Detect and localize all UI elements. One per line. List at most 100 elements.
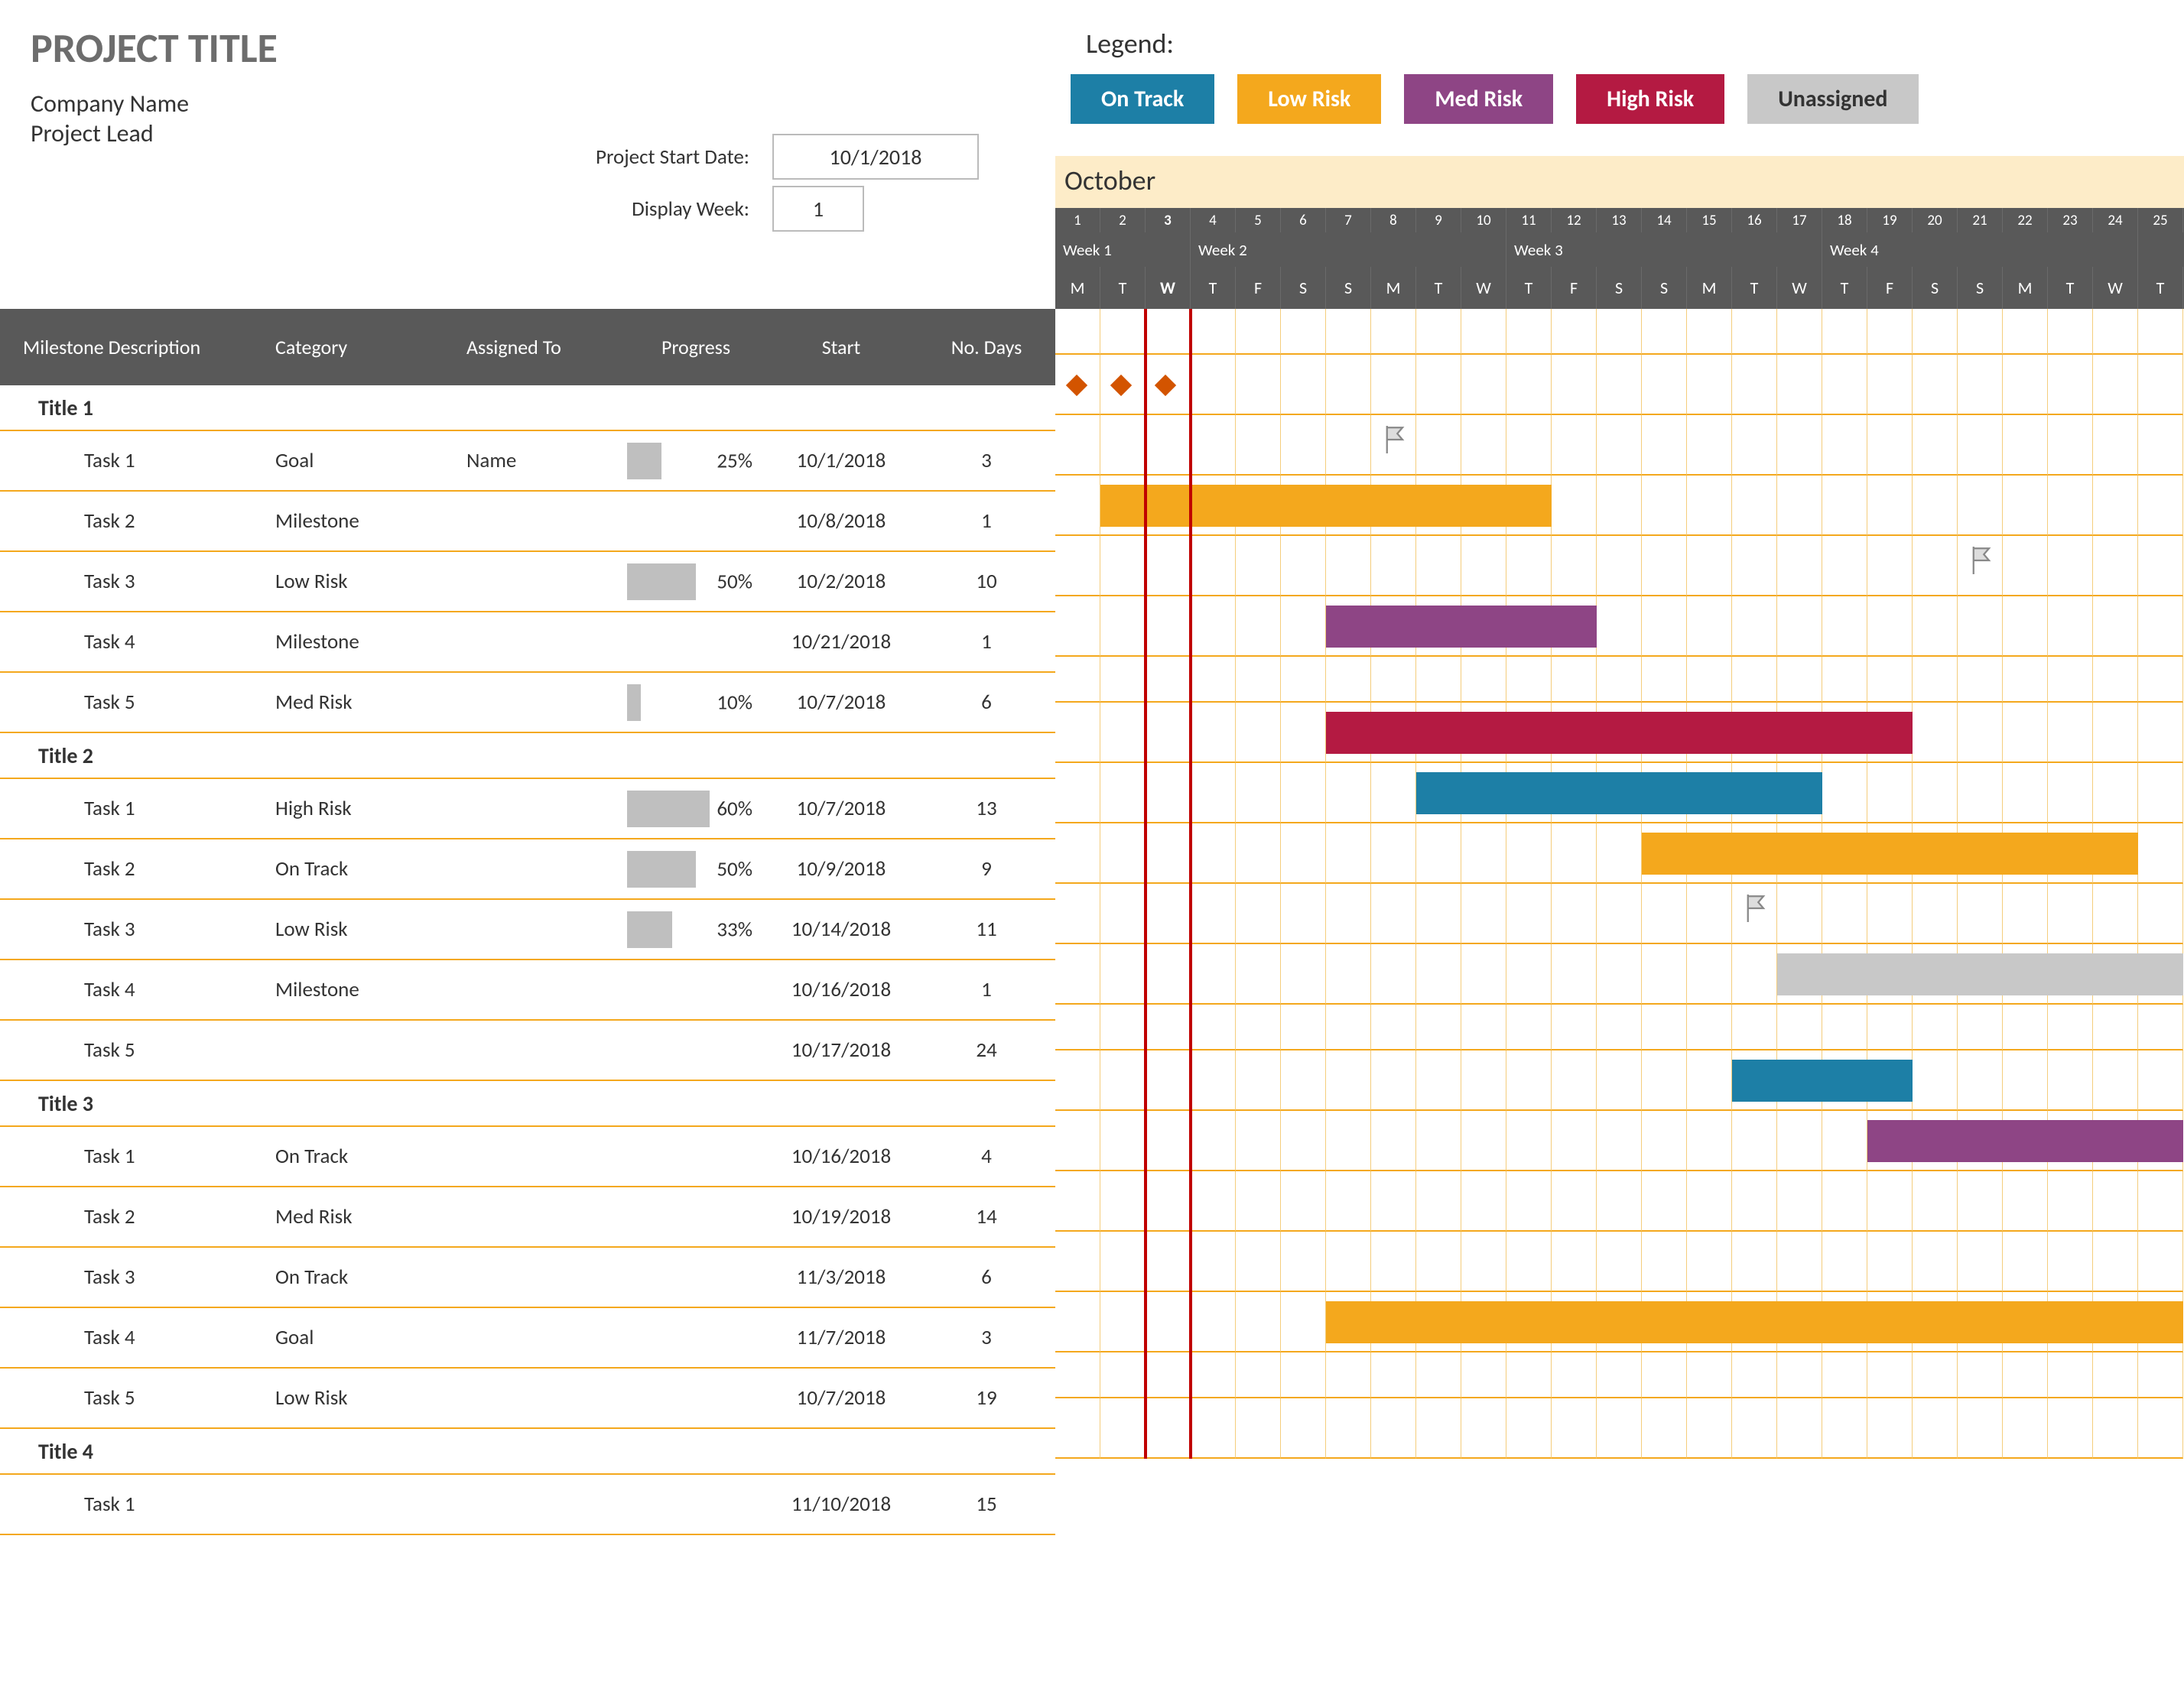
dow-label: T [1191, 267, 1236, 309]
task-row[interactable]: Task 2 On Track 50% 10/9/2018 9 [0, 839, 1055, 900]
task-row[interactable]: Task 2 Milestone 10/8/2018 1 [0, 492, 1055, 552]
date-num: 25 [2138, 208, 2183, 232]
task-row[interactable]: Task 3 On Track 11/3/2018 6 [0, 1248, 1055, 1308]
task-category: Low Risk [275, 917, 466, 942]
gantt-bar[interactable] [1732, 1060, 1913, 1102]
dow-label: F [1552, 267, 1597, 309]
task-days: 14 [918, 1204, 1055, 1229]
start-date-input[interactable]: 10/1/2018 [772, 134, 979, 180]
col-assign: Assigned To [466, 335, 627, 359]
col-cat: Category [275, 335, 466, 359]
dow-label: S [1281, 267, 1326, 309]
task-name: Task 4 [0, 977, 275, 1002]
task-name: Task 4 [0, 1325, 275, 1350]
month-label: October [1055, 156, 2184, 208]
date-num: 2 [1100, 208, 1146, 232]
dow-label: W [1461, 267, 1506, 309]
task-category: Goal [275, 1325, 466, 1350]
date-num: 3 [1146, 208, 1191, 232]
task-assigned: Name [466, 448, 627, 473]
date-num: 4 [1191, 208, 1236, 232]
week-label: Week 1 [1055, 232, 1191, 267]
task-row[interactable]: Task 1 11/10/2018 15 [0, 1475, 1055, 1535]
task-row[interactable]: Task 5 10/17/2018 24 [0, 1021, 1055, 1081]
date-num: 9 [1416, 208, 1461, 232]
task-row[interactable]: Task 2 Med Risk 10/19/2018 14 [0, 1187, 1055, 1248]
task-name: Task 2 [0, 508, 275, 534]
dow-label: M [1371, 267, 1416, 309]
dow-label: T [1100, 267, 1146, 309]
dow-label: W [2093, 267, 2138, 309]
date-num: 11 [1506, 208, 1552, 232]
task-row[interactable]: Task 1 Goal Name 25% 10/1/2018 3 [0, 431, 1055, 492]
dow-label: M [1687, 267, 1732, 309]
task-start: 11/3/2018 [765, 1265, 918, 1290]
week-label: Week 2 [1191, 232, 1506, 267]
dow-label: F [1867, 267, 1913, 309]
task-row[interactable]: Task 4 Milestone 10/21/2018 1 [0, 612, 1055, 673]
task-start: 10/7/2018 [765, 796, 918, 821]
dow-label: S [1642, 267, 1687, 309]
task-category: Milestone [275, 508, 466, 534]
col-desc: Milestone Description [0, 335, 275, 359]
date-num: 8 [1371, 208, 1416, 232]
dow-label: F [1236, 267, 1281, 309]
task-start: 10/9/2018 [765, 856, 918, 882]
date-num: 16 [1732, 208, 1777, 232]
task-category: Low Risk [275, 1385, 466, 1411]
diamond-icon [1110, 375, 1132, 396]
diamond-icon [1066, 375, 1087, 396]
task-name: Task 1 [0, 1492, 275, 1517]
week-row: Week 1Week 2Week 3Week 4 [1055, 232, 2184, 267]
task-category: Goal [275, 448, 466, 473]
start-date-label: Project Start Date: [535, 144, 772, 170]
task-days: 9 [918, 856, 1055, 882]
task-name: Task 1 [0, 1144, 275, 1169]
flag-icon [1746, 895, 1767, 927]
gantt-bar[interactable] [1777, 953, 2183, 995]
dow-label: S [1597, 267, 1642, 309]
date-num: 15 [1687, 208, 1732, 232]
task-row[interactable]: Task 4 Milestone 10/16/2018 1 [0, 960, 1055, 1021]
task-start: 10/16/2018 [765, 977, 918, 1002]
dow-label: M [2003, 267, 2048, 309]
gantt-bar[interactable] [1326, 712, 1913, 754]
gantt-bar[interactable] [1326, 606, 1597, 648]
task-days: 15 [918, 1492, 1055, 1517]
task-row[interactable]: Task 5 Low Risk 10/7/2018 19 [0, 1369, 1055, 1429]
date-num: 22 [2003, 208, 2048, 232]
task-start: 10/1/2018 [765, 448, 918, 473]
gantt-bar[interactable] [1326, 1301, 2183, 1343]
gantt-bar[interactable] [1642, 833, 2138, 875]
task-category: On Track [275, 1144, 466, 1169]
task-row[interactable]: Task 1 On Track 10/16/2018 4 [0, 1127, 1055, 1187]
date-num: 19 [1867, 208, 1913, 232]
legend-ontrack: On Track [1071, 74, 1214, 124]
legend-medrisk: Med Risk [1404, 74, 1553, 124]
task-category: Med Risk [275, 690, 466, 715]
task-row[interactable]: Task 4 Goal 11/7/2018 3 [0, 1308, 1055, 1369]
legend-highrisk: High Risk [1576, 74, 1724, 124]
group-title: Title 2 [0, 733, 1055, 779]
gantt-bar[interactable] [1416, 772, 1822, 814]
dow-label: T [1822, 267, 1867, 309]
task-row[interactable]: Task 1 High Risk 60% 10/7/2018 13 [0, 779, 1055, 839]
gantt-bar[interactable] [1100, 485, 1552, 527]
date-num: 13 [1597, 208, 1642, 232]
date-num: 18 [1822, 208, 1867, 232]
task-days: 10 [918, 569, 1055, 594]
today-line-right [1189, 309, 1192, 1459]
gantt-bar[interactable] [1867, 1120, 2183, 1162]
task-row[interactable]: Task 5 Med Risk 10% 10/7/2018 6 [0, 673, 1055, 733]
dow-label: T [1732, 267, 1777, 309]
task-row[interactable]: Task 3 Low Risk 33% 10/14/2018 11 [0, 900, 1055, 960]
task-days: 6 [918, 1265, 1055, 1290]
task-start: 10/16/2018 [765, 1144, 918, 1169]
goal-marker [1069, 378, 1173, 393]
task-row[interactable]: Task 3 Low Risk 50% 10/2/2018 10 [0, 552, 1055, 612]
dow-label: W [1146, 267, 1191, 309]
display-week-input[interactable]: 1 [772, 186, 864, 232]
task-days: 13 [918, 796, 1055, 821]
task-days: 11 [918, 917, 1055, 942]
date-num: 6 [1281, 208, 1326, 232]
